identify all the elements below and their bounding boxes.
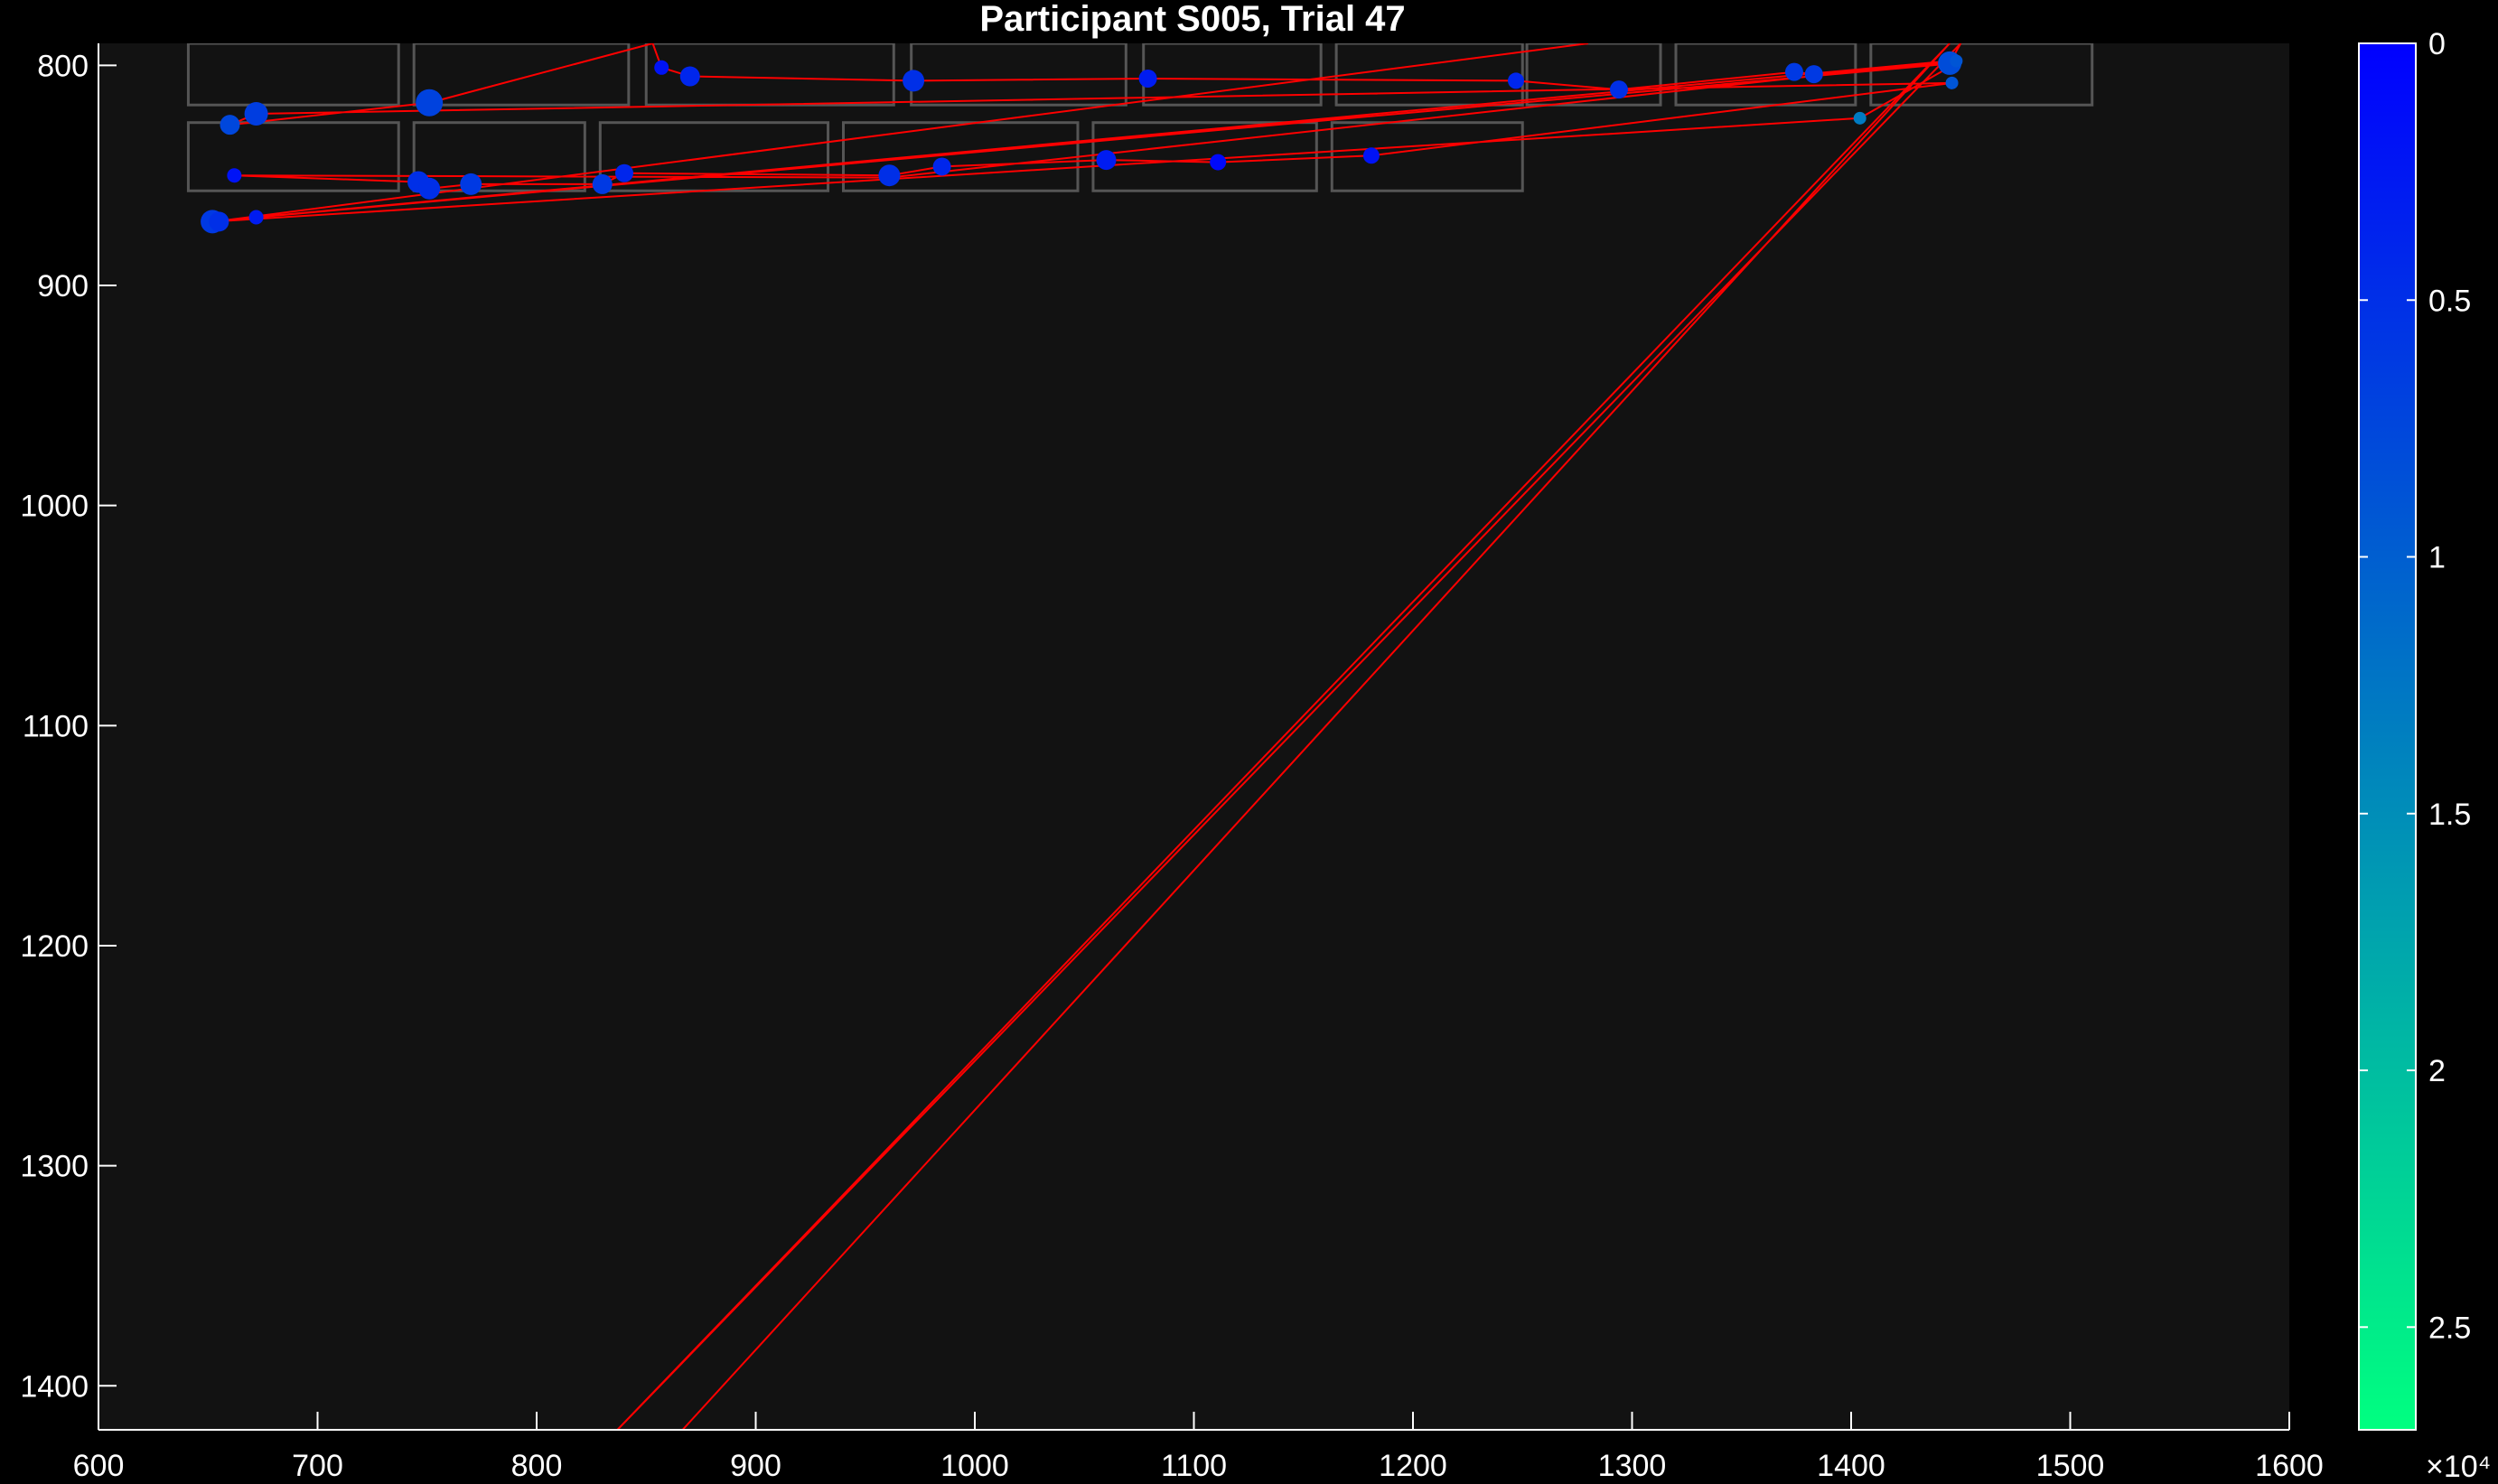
x-tick-label: 1000	[940, 1449, 1009, 1483]
x-tick-label: 600	[73, 1449, 125, 1483]
x-tick-label: 1600	[2255, 1449, 2324, 1483]
fixation-point	[592, 173, 613, 194]
y-tick-label: 1100	[23, 709, 89, 743]
colorbar-tick-label: 1.5	[2428, 798, 2471, 832]
y-tick-label: 1200	[20, 929, 89, 964]
fixation-point	[209, 211, 229, 232]
fixation-point	[615, 163, 633, 182]
fixation-point	[1609, 80, 1628, 99]
x-tick-label: 700	[292, 1449, 343, 1483]
fixation-point	[416, 89, 444, 117]
fixation-point	[1138, 69, 1157, 88]
y-tick-label: 1300	[20, 1150, 89, 1184]
colorbar-tick-label: 2.5	[2428, 1311, 2471, 1345]
fixation-point	[1210, 154, 1227, 171]
fixation-point	[1362, 147, 1380, 164]
x-tick-label: 800	[511, 1449, 563, 1483]
y-tick-label: 1400	[20, 1369, 89, 1404]
y-tick-label: 900	[37, 269, 89, 303]
fixation-point	[654, 60, 669, 75]
plot-area	[98, 43, 2289, 1430]
fixation-point	[1853, 111, 1866, 125]
y-tick-label: 1000	[20, 490, 89, 524]
colorbar-tick-label: 1	[2428, 541, 2446, 575]
fixation-point	[227, 168, 242, 183]
colorbar	[2358, 42, 2417, 1431]
colorbar-tick-label: 2	[2428, 1054, 2446, 1088]
fixation-point	[1945, 76, 1959, 89]
colorbar-tick-label: 0.5	[2428, 284, 2471, 318]
fixation-point	[878, 164, 901, 187]
x-tick-label: 1500	[2036, 1449, 2105, 1483]
fixation-point	[220, 115, 240, 135]
fixation-point	[460, 173, 482, 195]
fixation-point	[903, 70, 925, 92]
chart-title: Participant S005, Trial 47	[979, 0, 1405, 39]
fixation-point	[244, 101, 268, 126]
colorbar-tick-label: 0	[2428, 27, 2446, 61]
x-tick-label: 1200	[1379, 1449, 1447, 1483]
fixation-point	[418, 177, 441, 200]
fixation-point	[1507, 72, 1524, 89]
fixation-point	[1784, 62, 1803, 81]
x-tick-label: 900	[730, 1449, 781, 1483]
fixation-point	[1804, 65, 1823, 84]
fixation-point	[248, 210, 264, 225]
x-tick-label: 1400	[1817, 1449, 1885, 1483]
fixation-point	[679, 66, 700, 87]
fixation-point	[1950, 54, 1963, 68]
colorbar-exponent-label: ×10⁴	[2426, 1450, 2491, 1484]
y-tick-label: 800	[37, 49, 89, 83]
fixation-plot: Participant S005, Trial 47 600 700 800 900 1…	[20, 0, 2491, 1484]
fixation-point	[1096, 150, 1117, 171]
x-tick-label: 1300	[1598, 1449, 1667, 1483]
fixation-point	[932, 157, 951, 176]
x-tick-label: 1100	[1161, 1449, 1227, 1483]
